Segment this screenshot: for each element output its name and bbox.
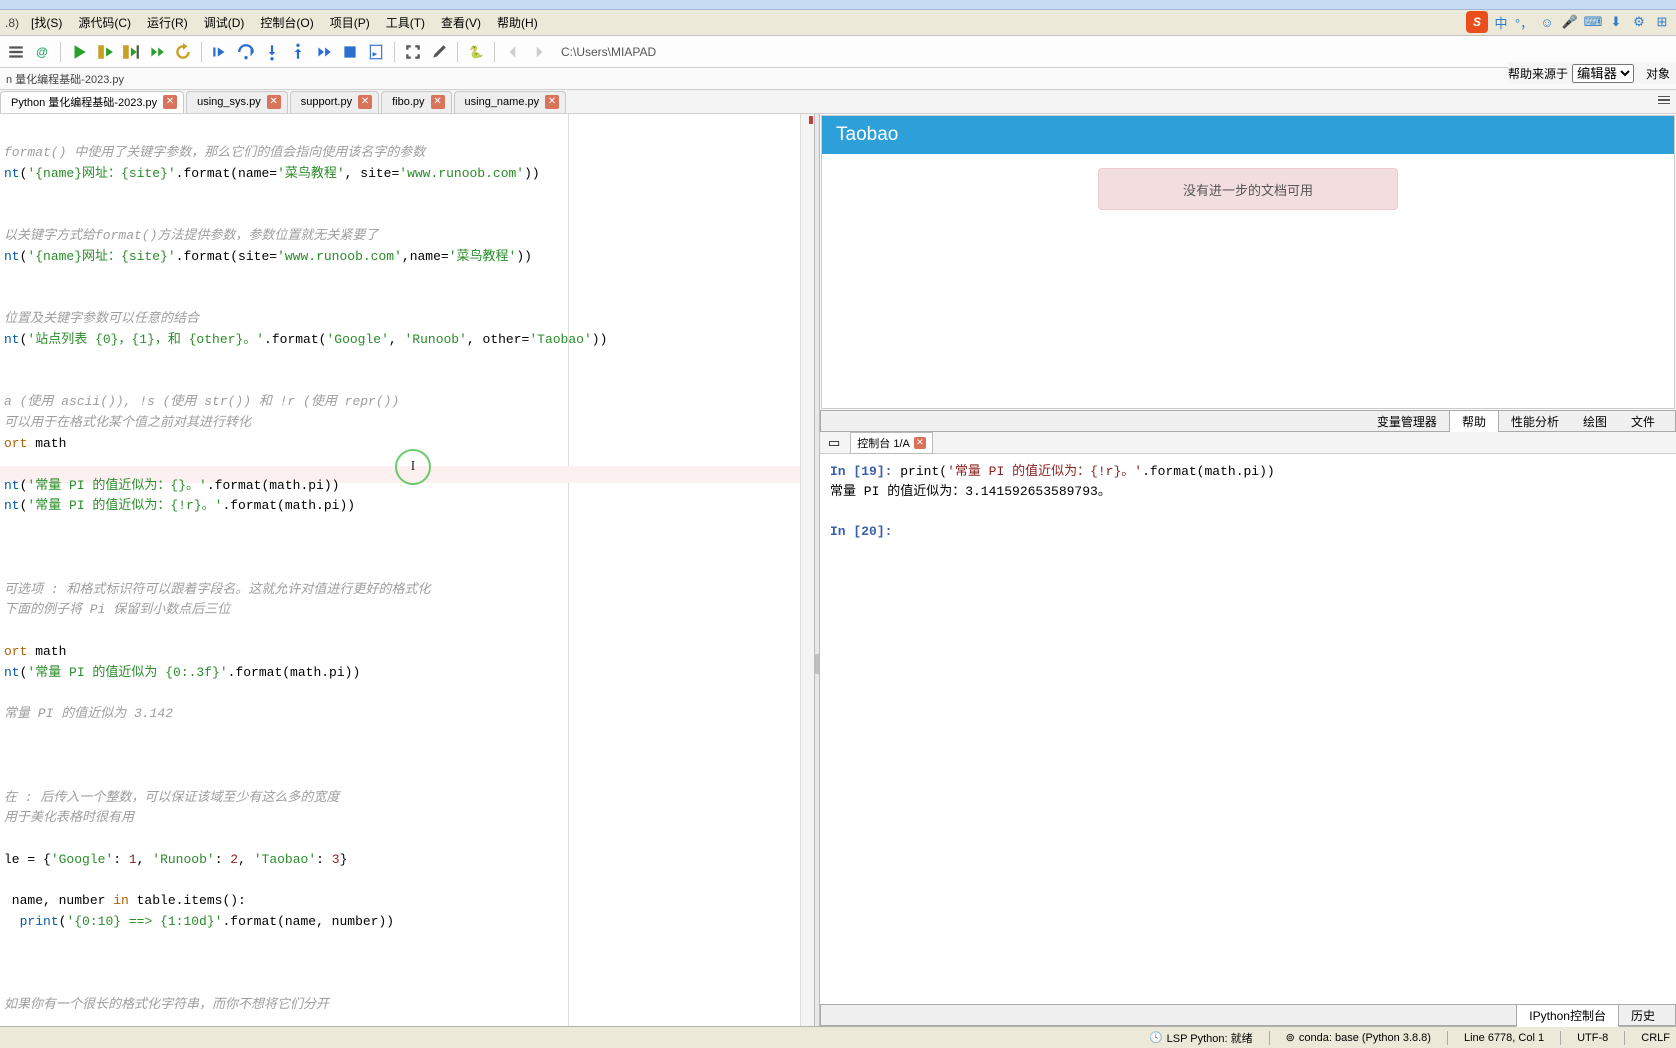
editor-tab-label: using_sys.py xyxy=(197,96,261,108)
console-tab-row: ▭ 控制台 1/A ✕ xyxy=(820,432,1676,454)
forward-icon[interactable] xyxy=(527,40,551,64)
help-source-select[interactable]: 编辑器 xyxy=(1572,64,1634,83)
close-icon[interactable]: ✕ xyxy=(914,437,926,449)
panel-splitter[interactable] xyxy=(814,114,820,1026)
toolbar: @ 🐍 C:\Users\MIAPAD xyxy=(0,36,1676,68)
menu-item[interactable]: 运行(R) xyxy=(139,11,196,34)
restart-icon[interactable] xyxy=(171,40,195,64)
console-pane-tabs: IPython控制台历史 xyxy=(820,1004,1676,1026)
ime-settings-icon[interactable]: ⚙ xyxy=(1629,12,1649,32)
run-icon[interactable] xyxy=(67,40,91,64)
working-dir: C:\Users\MIAPAD xyxy=(561,45,656,59)
debug-file-icon[interactable] xyxy=(364,40,388,64)
ipython-console[interactable]: In [19]: print('常量 PI 的值近似为：{!r}。'.forma… xyxy=(820,454,1676,1004)
indent-icon[interactable] xyxy=(4,40,28,64)
help-object-label: 对象 xyxy=(1646,65,1670,82)
console-menu-icon[interactable]: ▭ xyxy=(824,435,844,451)
menu-item[interactable]: 调试(D) xyxy=(196,11,253,34)
menu-item[interactable]: [找(S) xyxy=(23,11,70,34)
debug-start-icon[interactable] xyxy=(208,40,232,64)
editor-tab-label: using_name.py xyxy=(465,96,540,108)
status-encoding[interactable]: UTF-8 xyxy=(1577,1032,1608,1044)
doc-pane-tab[interactable]: 文件 xyxy=(1619,411,1667,432)
close-icon[interactable]: ✕ xyxy=(545,95,559,109)
editor-tab[interactable]: support.py ✕ xyxy=(290,91,379,113)
console-tab-label: 控制台 1/A xyxy=(857,435,910,451)
stop-icon[interactable] xyxy=(338,40,362,64)
help-source-label: 帮助来源于 xyxy=(1508,65,1568,82)
status-eol[interactable]: CRLF xyxy=(1641,1032,1670,1044)
close-icon[interactable]: ✕ xyxy=(431,95,445,109)
editor-tab-label: Python 量化编程基础-2023.py xyxy=(11,94,157,110)
at-icon[interactable]: @ xyxy=(30,40,54,64)
console-tab[interactable]: 控制台 1/A ✕ xyxy=(850,432,933,454)
status-lsp[interactable]: 🕓 LSP Python: 就绪 xyxy=(1149,1030,1253,1046)
editor-tab[interactable]: using_name.py ✕ xyxy=(454,91,567,113)
editor-tab[interactable]: Python 量化编程基础-2023.py ✕ xyxy=(0,91,184,113)
ime-mic-icon[interactable]: 🎤 xyxy=(1560,12,1580,32)
menu-item[interactable]: 项目(P) xyxy=(322,11,378,34)
continue-icon[interactable] xyxy=(312,40,336,64)
editor-tab-label: fibo.py xyxy=(392,96,424,108)
menu-item[interactable]: 工具(T) xyxy=(378,11,433,34)
help-pane: Taobao 没有进一步的文档可用 xyxy=(821,115,1675,409)
help-title: Taobao xyxy=(822,116,1674,154)
ime-emoji-icon[interactable]: ☺ xyxy=(1537,12,1557,32)
menu-item[interactable]: 查看(V) xyxy=(433,11,489,34)
window-title-bar xyxy=(0,0,1676,10)
python-icon[interactable]: 🐍 xyxy=(464,40,488,64)
step-out-icon[interactable] xyxy=(286,40,310,64)
statusbar: 🕓 LSP Python: 就绪 ⊚ conda: base (Python 3… xyxy=(0,1026,1676,1048)
ime-grid-icon[interactable]: ⊞ xyxy=(1652,12,1672,32)
tab-menu-icon[interactable] xyxy=(1656,92,1672,108)
editor-tab-label: support.py xyxy=(301,96,352,108)
close-icon[interactable]: ✕ xyxy=(163,95,177,109)
step-into-icon[interactable] xyxy=(260,40,284,64)
breadcrumb-item[interactable]: n 量化编程基础-2023.py xyxy=(6,71,124,87)
menu-item[interactable]: 帮助(H) xyxy=(489,11,546,34)
back-icon[interactable] xyxy=(501,40,525,64)
ime-download-icon[interactable]: ⬇ xyxy=(1606,12,1626,32)
ime-tray: S 中 °， ☺ 🎤 ⌨ ⬇ ⚙ ⊞ xyxy=(1466,11,1672,33)
help-no-doc-alert: 没有进一步的文档可用 xyxy=(1098,168,1398,210)
help-source-bar: 帮助来源于 编辑器 对象 xyxy=(1508,62,1676,84)
menubar: .8) [找(S)源代码(C)运行(R)调试(D)控制台(O)项目(P)工具(T… xyxy=(0,10,1676,36)
step-over-icon[interactable] xyxy=(234,40,258,64)
close-icon[interactable]: ✕ xyxy=(358,95,372,109)
fullscreen-icon[interactable] xyxy=(401,40,425,64)
run-cell-advance-icon[interactable] xyxy=(119,40,143,64)
menu-item[interactable]: 控制台(O) xyxy=(252,11,321,34)
help-pane-tabs: 变量管理器帮助性能分析绘图文件 xyxy=(820,410,1676,432)
ime-write-icon[interactable]: ⌨ xyxy=(1583,12,1603,32)
breadcrumb: n 量化编程基础-2023.py xyxy=(0,68,1676,90)
close-icon[interactable]: ✕ xyxy=(267,95,281,109)
window-title-fragment: .8) xyxy=(4,16,19,30)
doc-pane-tab[interactable]: 帮助 xyxy=(1449,410,1499,433)
preferences-icon[interactable] xyxy=(427,40,451,64)
run-cell-icon[interactable] xyxy=(93,40,117,64)
editor[interactable]: format() 中使用了关键字参数，那么它们的值会指向使用该名字的参数nt('… xyxy=(0,114,814,1026)
doc-pane-tab[interactable]: 变量管理器 xyxy=(1365,411,1449,432)
editor-tab[interactable]: fibo.py ✕ xyxy=(381,91,451,113)
doc-pane-tab[interactable]: 绘图 xyxy=(1571,411,1619,432)
ime-punct-icon[interactable]: °， xyxy=(1514,12,1534,32)
menu-item[interactable]: 源代码(C) xyxy=(70,11,139,34)
console-pane-tab[interactable]: IPython控制台 xyxy=(1516,1004,1619,1027)
console-pane-tab[interactable]: 历史 xyxy=(1619,1005,1667,1026)
sogou-icon[interactable]: S xyxy=(1466,11,1488,33)
editor-tab[interactable]: using_sys.py ✕ xyxy=(186,91,288,113)
status-cursor[interactable]: Line 6778, Col 1 xyxy=(1464,1032,1544,1044)
editor-tabs: Python 量化编程基础-2023.py✕using_sys.py✕suppo… xyxy=(0,90,1676,114)
status-conda[interactable]: ⊚ conda: base (Python 3.8.8) xyxy=(1286,1031,1431,1044)
doc-pane-tab[interactable]: 性能分析 xyxy=(1499,411,1571,432)
ime-lang-icon[interactable]: 中 xyxy=(1491,12,1511,32)
run-next-icon[interactable] xyxy=(145,40,169,64)
